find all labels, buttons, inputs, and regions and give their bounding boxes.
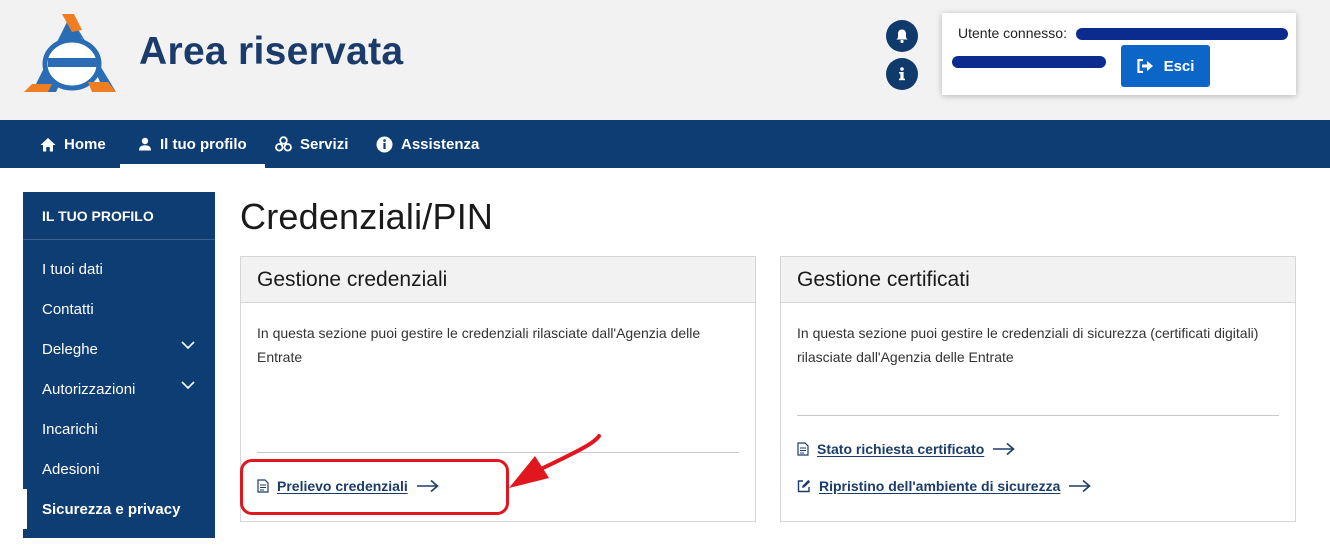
user-label: Utente connesso:	[958, 25, 1067, 41]
sidebar-item-contacts[interactable]: Contatti	[23, 289, 215, 329]
sidebar-item-authorizations[interactable]: Autorizzazioni	[23, 369, 215, 409]
services-icon	[275, 136, 292, 152]
link-label: Stato richiesta certificato	[817, 441, 985, 457]
sidebar-item-delegations[interactable]: Deleghe	[23, 329, 215, 369]
sidebar-item-label: Autorizzazioni	[42, 380, 136, 398]
sidebar-item-security-privacy[interactable]: Sicurezza e privacy	[23, 489, 215, 529]
app-title: Area riservata	[139, 30, 404, 73]
card-divider	[797, 415, 1279, 416]
page-title: Credenziali/PIN	[240, 196, 494, 237]
arrow-right-icon	[1069, 479, 1092, 493]
document-icon	[797, 442, 809, 456]
red-arrow-annotation	[509, 434, 601, 488]
agenzia-entrate-logo	[24, 14, 116, 92]
logout-label: Esci	[1163, 57, 1195, 75]
logout-button[interactable]: Esci	[1121, 45, 1210, 87]
sidebar-item-subscriptions[interactable]: Adesioni	[23, 449, 215, 489]
user-icon	[139, 137, 151, 151]
home-icon	[40, 137, 56, 151]
certificates-card: Gestione certificati In questa sezione p…	[780, 256, 1296, 522]
highlight-annotation	[240, 459, 509, 515]
card-description: In questa sezione puoi gestire le creden…	[797, 325, 1259, 365]
redacted-fiscal-code	[952, 56, 1106, 68]
main-nav: Home Il tuo profilo Servizi Assistenza	[0, 120, 1330, 168]
certificate-status-link[interactable]: Stato richiesta certificato	[797, 441, 1016, 457]
chevron-down-icon[interactable]	[181, 381, 195, 390]
sidebar-item-assignments[interactable]: Incarichi	[23, 409, 215, 449]
sidebar-item-label: Sicurezza e privacy	[42, 500, 181, 518]
sidebar-item-personal-data[interactable]: I tuoi dati	[23, 249, 215, 289]
sidebar-item-label: Deleghe	[42, 340, 98, 358]
chevron-down-icon[interactable]	[181, 341, 195, 350]
nav-profile-label: Il tuo profilo	[160, 135, 247, 153]
nav-home-label: Home	[64, 135, 106, 153]
sign-out-icon	[1136, 59, 1153, 73]
card-title: Gestione certificati	[781, 257, 1295, 303]
nav-assistance-label: Assistenza	[401, 135, 480, 153]
info-icon	[899, 67, 905, 81]
nav-services-label: Servizi	[300, 135, 349, 153]
user-panel: Utente connesso: Esci	[942, 13, 1296, 95]
link-label: Ripristino dell'ambiente di sicurezza	[819, 478, 1061, 494]
card-description: In questa sezione puoi gestire le creden…	[257, 325, 701, 365]
header: Area riservata Utente connesso: Esci	[0, 0, 1330, 120]
nav-profile[interactable]: Il tuo profilo	[120, 120, 265, 168]
sidebar-title: IL TUO PROFILO	[23, 192, 215, 240]
edit-icon	[797, 479, 811, 493]
info-button[interactable]	[886, 58, 918, 90]
notifications-button[interactable]	[886, 20, 918, 52]
sidebar-item-label: Incarichi	[42, 420, 98, 438]
sidebar: IL TUO PROFILO I tuoi dati Contatti Dele…	[23, 192, 215, 538]
sidebar-item-label: Contatti	[42, 300, 94, 318]
bell-icon	[896, 29, 908, 44]
restore-security-environment-link[interactable]: Ripristino dell'ambiente di sicurezza	[797, 478, 1092, 494]
sidebar-item-label: Adesioni	[42, 460, 100, 478]
nav-services[interactable]: Servizi	[275, 120, 348, 168]
redacted-username	[1076, 28, 1288, 40]
card-divider	[257, 452, 739, 453]
arrow-right-icon	[993, 442, 1016, 456]
sidebar-item-label: I tuoi dati	[42, 260, 103, 278]
info-icon	[376, 136, 393, 152]
nav-assistance[interactable]: Assistenza	[376, 120, 479, 168]
card-title: Gestione credenziali	[241, 257, 755, 303]
nav-home[interactable]: Home	[40, 120, 106, 168]
